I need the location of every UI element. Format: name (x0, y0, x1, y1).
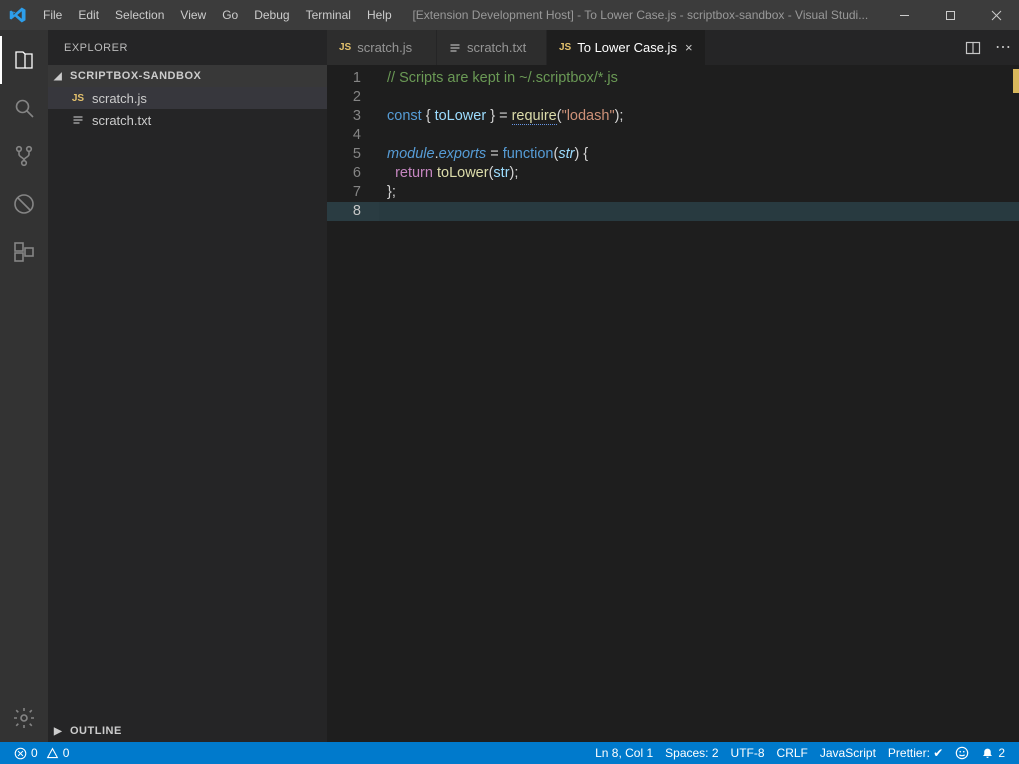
txt-file-icon (70, 114, 86, 126)
editor-tab[interactable]: JS To Lower Case.js × (547, 30, 706, 65)
minimize-button[interactable] (881, 0, 927, 30)
search-icon[interactable] (0, 84, 48, 132)
split-editor-icon[interactable] (965, 40, 981, 56)
status-eol[interactable]: CRLF (771, 742, 814, 764)
editor-tab[interactable]: JS scratch.js (327, 30, 437, 65)
tab-bar: JS scratch.js scratch.txt JS To Lower Case.j… (327, 30, 1019, 65)
editor-area: JS scratch.js scratch.txt JS To Lower Case.j… (327, 30, 1019, 742)
tab-label: To Lower Case.js (577, 40, 677, 55)
js-file-icon: JS (70, 93, 86, 104)
sidebar-title: EXPLORER (48, 30, 327, 65)
code-editor[interactable]: 12345678 // Scripts are kept in ~/.scrip… (327, 65, 1019, 742)
tab-label: scratch.txt (467, 40, 526, 55)
outline-label: OUTLINE (70, 725, 122, 737)
file-name: scratch.txt (92, 113, 151, 128)
status-bar: 0 0 Ln 8, Col 1 Spaces: 2 UTF-8 CRLF Jav… (0, 742, 1019, 764)
status-language[interactable]: JavaScript (814, 742, 882, 764)
code-line[interactable] (379, 202, 1019, 221)
code-line[interactable]: const { toLower } = require("lodash"); (379, 107, 1019, 126)
menu-selection[interactable]: Selection (107, 0, 172, 30)
menu-view[interactable]: View (172, 0, 214, 30)
editor-tab[interactable]: scratch.txt (437, 30, 547, 65)
vscode-logo-icon (0, 0, 35, 30)
window-controls (881, 0, 1019, 30)
js-file-icon: JS (559, 42, 571, 53)
window-title: [Extension Development Host] - To Lower … (400, 8, 881, 22)
sidebar-explorer: EXPLORER ◢ SCRIPTBOX-SANDBOX JS scratch.j… (48, 30, 327, 742)
minimap-marker (1013, 69, 1019, 93)
code-line[interactable]: return toLower(str); (379, 164, 1019, 183)
menu-go[interactable]: Go (214, 0, 246, 30)
status-feedback-icon[interactable] (949, 742, 975, 764)
menu-file[interactable]: File (35, 0, 70, 30)
code-line[interactable] (379, 88, 1019, 107)
js-file-icon: JS (339, 42, 351, 53)
debug-icon[interactable] (0, 180, 48, 228)
menu-edit[interactable]: Edit (70, 0, 107, 30)
folder-section-header[interactable]: ◢ SCRIPTBOX-SANDBOX (48, 65, 327, 87)
status-errors[interactable]: 0 0 (8, 742, 75, 764)
status-notifications[interactable]: 2 (975, 742, 1011, 764)
explorer-icon[interactable] (0, 36, 48, 84)
status-indent[interactable]: Spaces: 2 (659, 742, 724, 764)
code-line[interactable]: module.exports = function(str) { (379, 145, 1019, 164)
chevron-right-icon: ▶ (54, 726, 66, 737)
close-tab-icon[interactable]: × (685, 40, 693, 55)
folder-name: SCRIPTBOX-SANDBOX (70, 70, 201, 82)
menu-help[interactable]: Help (359, 0, 400, 30)
status-prettier[interactable]: Prettier: ✔ (882, 742, 949, 764)
tab-label: scratch.js (357, 40, 412, 55)
more-actions-icon[interactable]: ⋯ (995, 40, 1011, 56)
maximize-button[interactable] (927, 0, 973, 30)
chevron-down-icon: ◢ (54, 71, 66, 82)
file-item[interactable]: JS scratch.js (48, 87, 327, 109)
code-line[interactable]: }; (379, 183, 1019, 202)
file-item[interactable]: scratch.txt (48, 109, 327, 131)
settings-gear-icon[interactable] (0, 694, 48, 742)
status-encoding[interactable]: UTF-8 (725, 742, 771, 764)
activity-bar (0, 30, 48, 742)
code-line[interactable]: // Scripts are kept in ~/.scriptbox/*.js (379, 69, 1019, 88)
status-cursor-position[interactable]: Ln 8, Col 1 (589, 742, 659, 764)
txt-file-icon (449, 42, 461, 54)
code-line[interactable] (379, 126, 1019, 145)
source-control-icon[interactable] (0, 132, 48, 180)
title-bar: FileEditSelectionViewGoDebugTerminalHelp… (0, 0, 1019, 30)
menu-terminal[interactable]: Terminal (298, 0, 359, 30)
file-name: scratch.js (92, 91, 147, 106)
menu-debug[interactable]: Debug (246, 0, 297, 30)
close-button[interactable] (973, 0, 1019, 30)
extensions-icon[interactable] (0, 228, 48, 276)
outline-section-header[interactable]: ▶ OUTLINE (48, 720, 327, 742)
